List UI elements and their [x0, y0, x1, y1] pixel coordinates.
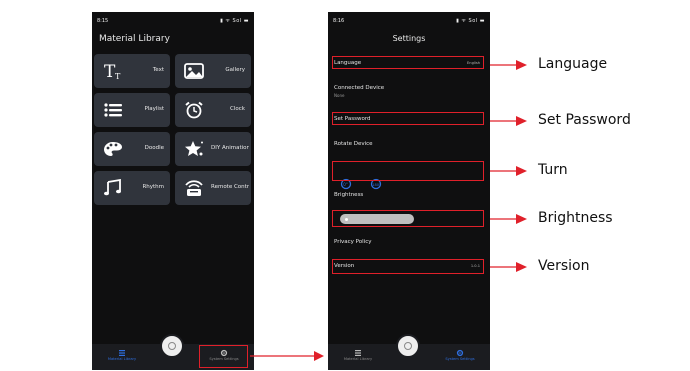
center-button-icon	[404, 342, 412, 350]
tile-playlist[interactable]: Playlist	[94, 93, 170, 127]
system-settings-highlight	[199, 345, 248, 368]
turn-highlight	[332, 161, 484, 181]
callout-version: Version	[538, 258, 590, 274]
tile-gallery[interactable]: Gallery	[175, 54, 251, 88]
settings-screen: 8:16 ▮ ᯤ Sol ▬ Settings Language English…	[328, 12, 490, 370]
tab-material-library[interactable]: Material Library	[92, 349, 152, 367]
svg-text:0°: 0°	[343, 182, 348, 187]
callout-language: Language	[538, 56, 608, 72]
music-note-icon	[102, 178, 124, 198]
tile-label: Playlist	[144, 106, 164, 112]
status-icons: ▮ ᯤ Sol ▬	[456, 18, 485, 24]
callout-set-password: Set Password	[538, 112, 631, 128]
tab-bar: Material Library System Settings	[328, 334, 490, 370]
tile-rhythm[interactable]: Rhythm	[94, 171, 170, 205]
svg-text:T: T	[115, 72, 121, 80]
status-time: 8:15	[97, 18, 109, 24]
gallery-icon	[183, 61, 205, 81]
tab-material-library[interactable]: Material Library	[328, 349, 388, 367]
callout-brightness: Brightness	[538, 210, 613, 226]
playlist-icon	[102, 100, 124, 120]
gear-icon	[456, 349, 464, 357]
tile-diy-animation[interactable]: DIY Animation	[175, 132, 251, 166]
tab-label: Material Library	[107, 357, 137, 361]
palette-icon	[102, 139, 124, 159]
tile-label: Text	[152, 67, 164, 73]
text-icon: TT	[102, 61, 124, 81]
setting-privacy-policy[interactable]: Privacy Policy	[334, 239, 484, 245]
center-action-button[interactable]	[160, 334, 184, 358]
list-icon	[355, 350, 361, 356]
setting-label: Brightness	[334, 192, 364, 198]
sparkle-star-icon	[183, 139, 205, 159]
setting-label: Rotate Device	[334, 141, 373, 147]
tile-label: Rhythm	[142, 184, 164, 190]
status-time: 8:16	[333, 18, 345, 24]
tile-label: Doodle	[144, 145, 164, 151]
status-bar: 8:16 ▮ ᯤ Sol ▬	[333, 18, 485, 26]
callout-turn: Turn	[538, 162, 568, 178]
page-title: Settings	[392, 34, 426, 43]
tile-doodle[interactable]: Doodle	[94, 132, 170, 166]
tile-text[interactable]: TT Text	[94, 54, 170, 88]
tile-label: DIY Animation	[211, 145, 249, 151]
language-highlight	[332, 56, 484, 69]
setting-connected-device[interactable]: Connected Device None	[334, 85, 484, 98]
tile-label: Remote Control	[211, 184, 249, 190]
alarm-clock-icon	[183, 100, 205, 120]
tab-label: Material Library	[343, 357, 373, 361]
tile-remote-control[interactable]: Remote Control	[175, 171, 251, 205]
setting-label: Privacy Policy	[334, 239, 372, 245]
material-library-screen: 8:15 ▮ ᯤ Sol ▬ Material Library TT Text …	[92, 12, 254, 370]
setting-value: None	[334, 93, 345, 98]
setting-label: Connected Device	[334, 85, 385, 91]
list-icon	[119, 350, 125, 356]
status-icons: ▮ ᯤ Sol ▬	[220, 18, 249, 24]
tile-label: Clock	[230, 106, 245, 112]
svg-text:180°: 180°	[372, 183, 381, 187]
set-password-highlight	[332, 112, 484, 125]
version-highlight	[332, 259, 484, 274]
center-button-icon	[168, 342, 176, 350]
status-bar: 8:15 ▮ ᯤ Sol ▬	[97, 18, 249, 26]
tile-label: Gallery	[225, 67, 245, 73]
setting-brightness: Brightness	[334, 192, 484, 198]
brightness-highlight	[332, 210, 484, 227]
remote-icon	[183, 178, 205, 198]
tab-system-settings[interactable]: System Settings	[430, 349, 490, 367]
center-action-button[interactable]	[396, 334, 420, 358]
page-title: Material Library	[99, 34, 170, 44]
setting-rotate-device: Rotate Device	[334, 141, 484, 147]
tab-label: System Settings	[445, 357, 475, 361]
tile-clock[interactable]: Clock	[175, 93, 251, 127]
